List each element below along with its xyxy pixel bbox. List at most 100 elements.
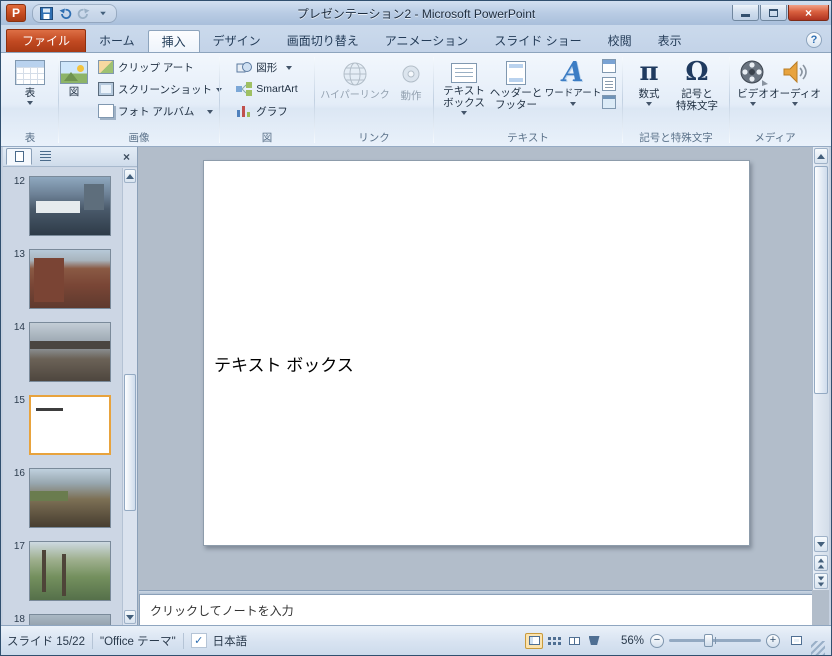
scrollbar-thumb[interactable] (124, 373, 136, 511)
close-button[interactable]: × (788, 5, 829, 21)
zoom-slider-thumb[interactable] (703, 634, 713, 647)
clipart-button[interactable]: クリップ アート (95, 56, 225, 78)
notes-pane[interactable]: クリックしてノートを入力 (139, 595, 812, 625)
tab-file[interactable]: ファイル (6, 29, 87, 52)
date-time-button[interactable] (602, 59, 616, 73)
wordart-icon: A (562, 57, 584, 88)
slide-thumbnail-14[interactable]: 14 (3, 322, 122, 382)
theme-indicator[interactable]: "Office テーマ" (100, 633, 176, 649)
tab-slideshow[interactable]: スライド ショー (481, 30, 594, 52)
titlebar: P プレゼンテーション2 - Microsoft PowerPoint × (1, 1, 831, 25)
action-icon (402, 65, 420, 83)
redo-button[interactable] (76, 6, 92, 21)
powerpoint-logo-icon[interactable]: P (6, 4, 26, 22)
fit-to-window-icon (790, 636, 802, 645)
previous-slide-button[interactable] (814, 555, 828, 571)
slide-thumbnail-18[interactable]: 18 (3, 614, 122, 625)
symbol-icon: Ω (685, 57, 709, 87)
scroll-up-button[interactable] (814, 148, 828, 164)
slideshow-view-button[interactable] (585, 633, 603, 649)
tab-animations[interactable]: アニメーション (372, 30, 482, 52)
chart-button[interactable]: グラフ (233, 100, 300, 122)
minus-icon: − (653, 634, 661, 646)
slide-textbox[interactable]: テキスト ボックス (214, 351, 354, 376)
minimize-button[interactable] (732, 5, 759, 21)
shapes-button[interactable]: 図形 (233, 56, 300, 78)
equation-button[interactable]: π 数式 (628, 55, 670, 107)
dropdown-arrow-icon (461, 111, 467, 115)
tab-design[interactable]: デザイン (200, 30, 274, 52)
slides-tab[interactable] (6, 148, 32, 165)
insert-picture-button[interactable]: 図 (53, 55, 95, 99)
tab-transitions[interactable]: 画面切り替え (274, 30, 372, 52)
zoom-percentage[interactable]: 56% (612, 635, 644, 647)
main-scrollbar[interactable] (812, 147, 829, 590)
slide-thumbnail-image[interactable] (29, 322, 111, 382)
scroll-down-button[interactable] (814, 536, 828, 552)
scrollbar-thumb[interactable] (814, 166, 828, 394)
insert-table-button[interactable]: 表 (6, 55, 54, 106)
slide-sorter-view-button[interactable] (545, 633, 563, 649)
screenshot-button[interactable]: スクリーンショット (95, 78, 225, 100)
scroll-down-button[interactable] (124, 610, 136, 624)
header-footer-button[interactable]: ヘッダーと フッター (488, 55, 544, 112)
hyperlink-button[interactable]: ハイパーリンク (318, 55, 392, 103)
group-label-table: 表 (24, 132, 36, 144)
next-slide-button[interactable] (814, 573, 828, 589)
resize-grip[interactable] (811, 641, 825, 655)
slide-number: 16 (13, 468, 25, 479)
fit-to-window-button[interactable] (787, 633, 805, 649)
scroll-up-button[interactable] (124, 169, 136, 183)
thumbnails-scrollbar[interactable] (122, 168, 137, 625)
tab-view[interactable]: 表示 (645, 30, 695, 52)
help-button[interactable]: ? (806, 32, 822, 48)
tab-insert[interactable]: 挿入 (147, 30, 200, 52)
video-button[interactable]: ビデオ (733, 55, 773, 107)
slide-thumbnail-image[interactable] (29, 541, 111, 601)
slide-thumbnail-12[interactable]: 12 (3, 176, 122, 236)
ribbon-group-text: テキスト ボックス ヘッダーと フッター A ワードアート テキスト (435, 54, 621, 146)
zoom-out-button[interactable]: − (650, 633, 664, 648)
zoom-slider[interactable] (669, 634, 761, 647)
slide-thumbnail-16[interactable]: 16 (3, 468, 122, 528)
quick-access-toolbar (32, 3, 117, 23)
audio-button[interactable]: オーディオ (769, 55, 821, 107)
slide-thumbnail-image[interactable] (29, 249, 111, 309)
group-separator (433, 57, 434, 143)
chart-icon (237, 106, 251, 117)
object-button[interactable] (602, 95, 616, 109)
slide-thumbnail-image[interactable] (29, 614, 111, 625)
zoom-in-button[interactable]: + (766, 633, 780, 648)
maximize-icon (769, 8, 778, 17)
status-bar: スライド 15/22 "Office テーマ" ✓ 日本語 56% − + (1, 625, 831, 655)
picture-icon (60, 61, 89, 84)
textbox-button[interactable]: テキスト ボックス (440, 55, 488, 116)
qat-dropdown-button[interactable] (95, 6, 111, 21)
tab-review[interactable]: 校閲 (595, 30, 645, 52)
maximize-button[interactable] (760, 5, 787, 21)
photo-album-button[interactable]: フォト アルバム (95, 100, 225, 122)
slide-editing-area: テキスト ボックス (139, 147, 812, 590)
slide-thumbnail-image[interactable] (29, 468, 111, 528)
slide-thumbnail-17[interactable]: 17 (3, 541, 122, 601)
slide-thumbnail-15-selected[interactable]: 15 (3, 395, 122, 455)
tab-home[interactable]: ホーム (86, 30, 148, 52)
slide-thumbnail-image-selected[interactable] (29, 395, 111, 455)
close-icon: × (122, 149, 130, 164)
normal-view-button[interactable] (525, 632, 543, 649)
action-button[interactable]: 動作 (392, 55, 430, 103)
undo-button[interactable] (57, 6, 73, 21)
pane-close-button[interactable]: × (119, 151, 134, 163)
proofing-status-icon[interactable]: ✓ (190, 633, 207, 648)
symbol-button[interactable]: Ω 記号と 特殊文字 (670, 55, 724, 113)
language-indicator[interactable]: 日本語 (213, 633, 248, 649)
wordart-button[interactable]: A ワードアート (544, 55, 602, 107)
slide-number-button[interactable] (602, 77, 616, 91)
slide-thumbnail-image[interactable] (29, 176, 111, 236)
slide-thumbnail-13[interactable]: 13 (3, 249, 122, 309)
outline-tab[interactable] (32, 148, 58, 165)
slide-canvas[interactable]: テキスト ボックス (203, 160, 750, 546)
smartart-button[interactable]: SmartArt (233, 78, 300, 100)
reading-view-button[interactable] (565, 633, 583, 649)
save-button[interactable] (38, 6, 54, 21)
